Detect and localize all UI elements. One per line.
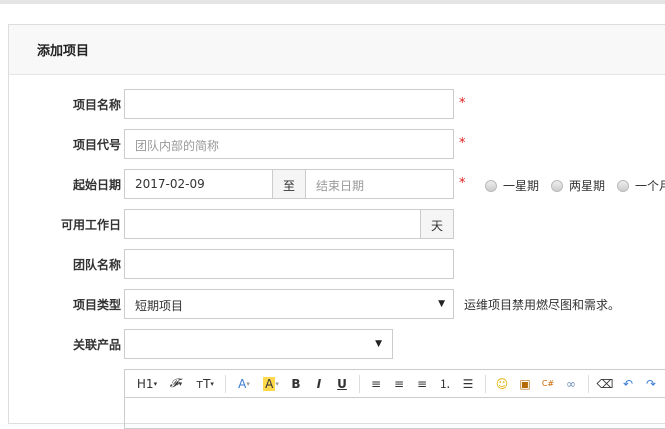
radio-one-month[interactable]: 一个月 (617, 177, 665, 194)
code-icon[interactable]: C# (537, 373, 559, 395)
row-work-days: 可用工作日 天 (9, 209, 665, 239)
project-type-hint: 运维项目禁用燃尽图和需求。 (464, 298, 621, 312)
project-code-input[interactable]: 团队内部的简称 (124, 129, 454, 159)
eraser-icon[interactable]: ⌫ (594, 373, 616, 395)
radio-label: 一星期 (503, 179, 540, 193)
divider (359, 374, 360, 393)
editor-toolbar: H1 ▾ 𝓕 ▾ тT ▾ A ▾ A ▾ B I U ≡ ≡ ≡ ⒈ ☰ ☺ ▣ C# … (125, 370, 665, 398)
caret-down-icon: ▼ (438, 299, 445, 309)
days-unit: 天 (420, 209, 454, 239)
add-project-panel: 添加项目 项目名称 * 项目代号 团队内部的简称 * 起始日期 2017-02-… (8, 24, 665, 429)
radio-two-weeks[interactable]: 两星期 (551, 177, 605, 194)
label-work-days: 可用工作日 (60, 218, 121, 232)
project-type-select[interactable]: 短期项目 ▼ (124, 289, 454, 319)
radio-icon (551, 179, 563, 192)
heading-label: H1 (136, 376, 154, 391)
unordered-list-icon[interactable]: ☰ (457, 373, 479, 395)
row-product: 关联产品 ▼ (9, 329, 665, 359)
italic-button[interactable]: I (308, 373, 330, 395)
label-project-type: 项目类型 (72, 298, 121, 312)
highlight-button[interactable]: A ▾ (258, 373, 284, 395)
label-dates: 起始日期 (72, 178, 121, 192)
row-dates: 起始日期 2017-02-09 至 结束日期 * 一星期 两星期 一个月 (9, 169, 665, 199)
required-mark: * (459, 96, 466, 111)
radio-label: 一个月 (635, 179, 665, 193)
selected-type: 短期项目 (135, 299, 184, 313)
divider (485, 374, 486, 393)
bold-button[interactable]: B (285, 373, 307, 395)
label-project-code: 项目代号 (72, 138, 121, 152)
row-project-type: 项目类型 短期项目 ▼ 运维项目禁用燃尽图和需求。 (9, 289, 665, 319)
panel-title: 添加项目 (9, 25, 665, 75)
font-color-button[interactable]: A ▾ (231, 373, 257, 395)
radio-label: 两星期 (569, 179, 606, 193)
radio-icon (617, 179, 629, 192)
caret-down-icon: ▼ (375, 339, 382, 349)
project-name-input[interactable] (124, 89, 454, 119)
radio-icon (485, 179, 497, 192)
ordered-list-icon[interactable]: ⒈ (434, 373, 456, 395)
font-family-button[interactable]: 𝓕 ▾ (162, 373, 190, 395)
begin-date-input[interactable]: 2017-02-09 (124, 169, 273, 199)
highlight-label: A (263, 376, 276, 391)
team-name-input[interactable] (124, 249, 454, 279)
insert-image-icon[interactable]: ▣ (514, 373, 536, 395)
end-date-input[interactable]: 结束日期 (305, 169, 454, 199)
color-label: A (238, 376, 247, 391)
align-right-icon[interactable]: ≡ (411, 373, 433, 395)
label-team-name: 团队名称 (72, 258, 121, 272)
align-left-icon[interactable]: ≡ (365, 373, 387, 395)
required-mark: * (459, 176, 466, 191)
underline-button[interactable]: U (331, 373, 353, 395)
size-label: тT (196, 376, 211, 391)
redo-icon[interactable]: ↷ (640, 373, 662, 395)
divider (588, 374, 589, 393)
work-days-input[interactable] (124, 209, 421, 239)
label-project-name: 项目名称 (72, 98, 121, 112)
row-project-code: 项目代号 团队内部的简称 * (9, 129, 665, 159)
align-center-icon[interactable]: ≡ (388, 373, 410, 395)
rich-text-editor[interactable]: H1 ▾ 𝓕 ▾ тT ▾ A ▾ A ▾ B I U ≡ ≡ ≡ ⒈ ☰ ☺ ▣ C# … (124, 369, 665, 429)
row-project-name: 项目名称 * (9, 89, 665, 119)
date-to-label: 至 (272, 169, 306, 199)
font-label: 𝓕 (169, 376, 179, 390)
top-bar (0, 0, 665, 4)
label-product: 关联产品 (72, 338, 121, 352)
font-size-button[interactable]: тT ▾ (191, 373, 219, 395)
radio-one-week[interactable]: 一星期 (485, 177, 539, 194)
divider (225, 374, 226, 393)
undo-icon[interactable]: ↶ (617, 373, 639, 395)
emoticon-icon[interactable]: ☺ (491, 373, 513, 395)
row-team-name: 团队名称 (9, 249, 665, 279)
product-select[interactable]: ▼ (124, 329, 393, 359)
link-icon[interactable]: ∞ (560, 373, 582, 395)
required-mark: * (459, 136, 466, 151)
heading-button[interactable]: H1 ▾ (133, 373, 161, 395)
